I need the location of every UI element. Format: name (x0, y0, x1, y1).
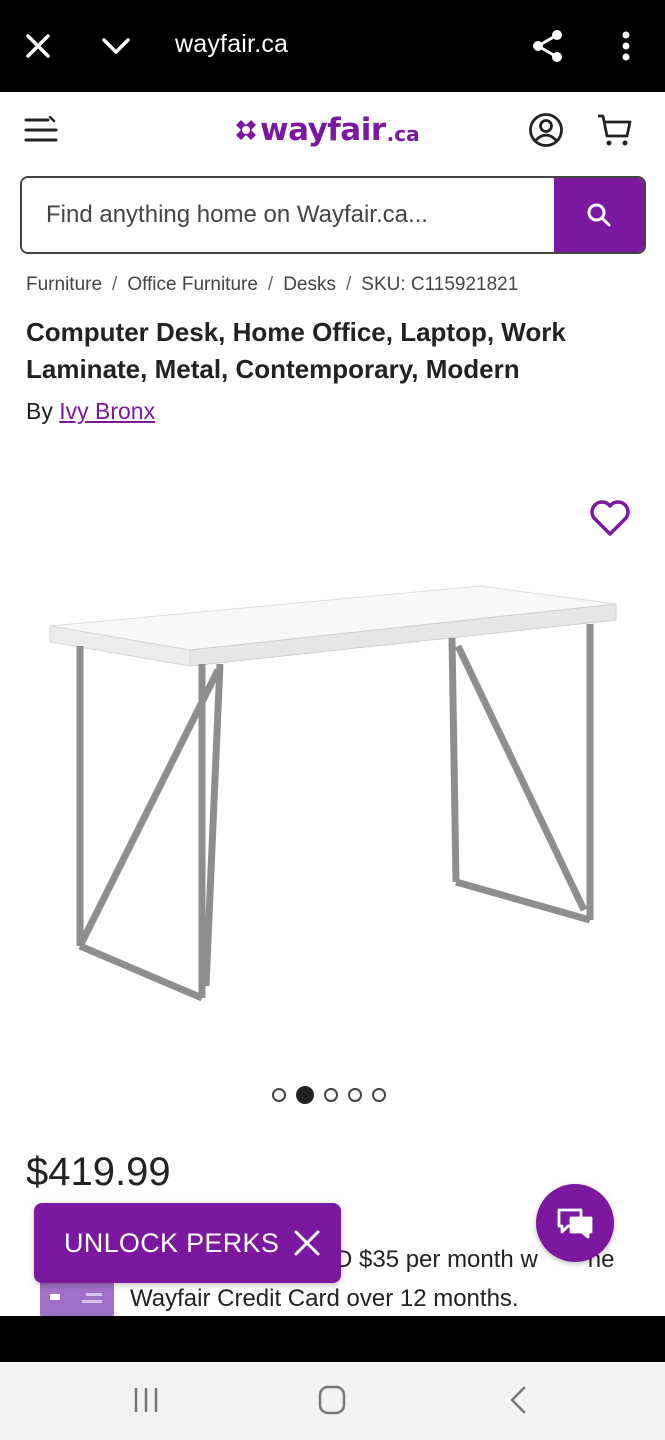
breadcrumb-sku: SKU: C115921821 (361, 274, 519, 295)
back-icon[interactable] (498, 1380, 538, 1420)
chat-button[interactable] (536, 1184, 614, 1262)
carousel-dots (272, 1086, 386, 1104)
site-header: wayfair .ca (0, 92, 665, 170)
expand-button[interactable] (94, 24, 138, 68)
product-title: Computer Desk, Home Office, Laptop, Work… (26, 317, 566, 384)
url-text[interactable]: wayfair.ca (175, 30, 288, 59)
carousel-dot[interactable] (324, 1088, 338, 1102)
carousel-dot[interactable] (348, 1088, 362, 1102)
wayfair-logo[interactable]: wayfair .ca (232, 110, 420, 150)
more-options-button[interactable] (604, 24, 648, 68)
financing-text-line2: Wayfair Credit Card over 12 months. (130, 1285, 519, 1312)
credit-card-icon (40, 1278, 114, 1318)
chat-icon (557, 1208, 593, 1239)
carousel-dot-active[interactable] (296, 1086, 314, 1104)
close-icon (26, 34, 50, 58)
brand-link[interactable]: Ivy Bronx (59, 398, 155, 424)
product-image[interactable] (0, 566, 665, 1028)
by-label: By (26, 398, 53, 424)
favorite-heart-icon[interactable] (588, 498, 632, 538)
logo-mark-icon (236, 120, 256, 140)
share-button[interactable] (526, 24, 570, 68)
search-icon (587, 203, 611, 227)
more-vertical-icon (622, 31, 630, 61)
carousel-dot[interactable] (372, 1088, 386, 1102)
breadcrumb-item-office-furniture[interactable]: Office Furniture (127, 274, 258, 296)
bottom-strip (0, 1316, 665, 1362)
cart-icon[interactable] (596, 112, 632, 148)
system-navigation-bar (0, 1362, 665, 1440)
close-tab-button[interactable] (16, 24, 60, 68)
home-icon[interactable] (312, 1380, 352, 1420)
breadcrumb: Furniture / Office Furniture / Desks / S… (26, 274, 518, 296)
unlock-perks-label: UNLOCK PERKS (64, 1227, 280, 1258)
financing-text-prefix: D $35 per month w (335, 1246, 538, 1273)
share-icon (533, 30, 562, 62)
product-price: $419.99 (26, 1150, 171, 1194)
logo-tld: .ca (386, 122, 420, 146)
breadcrumb-separator: / (345, 274, 352, 295)
breadcrumb-separator: / (112, 274, 118, 295)
account-icon[interactable] (528, 112, 564, 148)
search-bar (20, 176, 646, 254)
unlock-perks-button[interactable]: UNLOCK PERKS (34, 1203, 341, 1283)
brand-line: By Ivy Bronx (26, 398, 155, 425)
search-input[interactable] (22, 178, 554, 252)
breadcrumb-item-desks[interactable]: Desks (283, 274, 336, 296)
chevron-down-icon (102, 38, 130, 54)
logo-text: wayfair (260, 112, 386, 148)
breadcrumb-separator: / (267, 274, 274, 295)
browser-toolbar: wayfair.ca (0, 0, 665, 92)
recent-apps-icon[interactable] (126, 1380, 166, 1420)
carousel-dot[interactable] (272, 1088, 286, 1102)
search-button[interactable] (554, 178, 644, 252)
breadcrumb-item-furniture[interactable]: Furniture (26, 274, 102, 296)
menu-icon[interactable] (24, 116, 58, 146)
close-perks-icon[interactable] (291, 1227, 323, 1259)
